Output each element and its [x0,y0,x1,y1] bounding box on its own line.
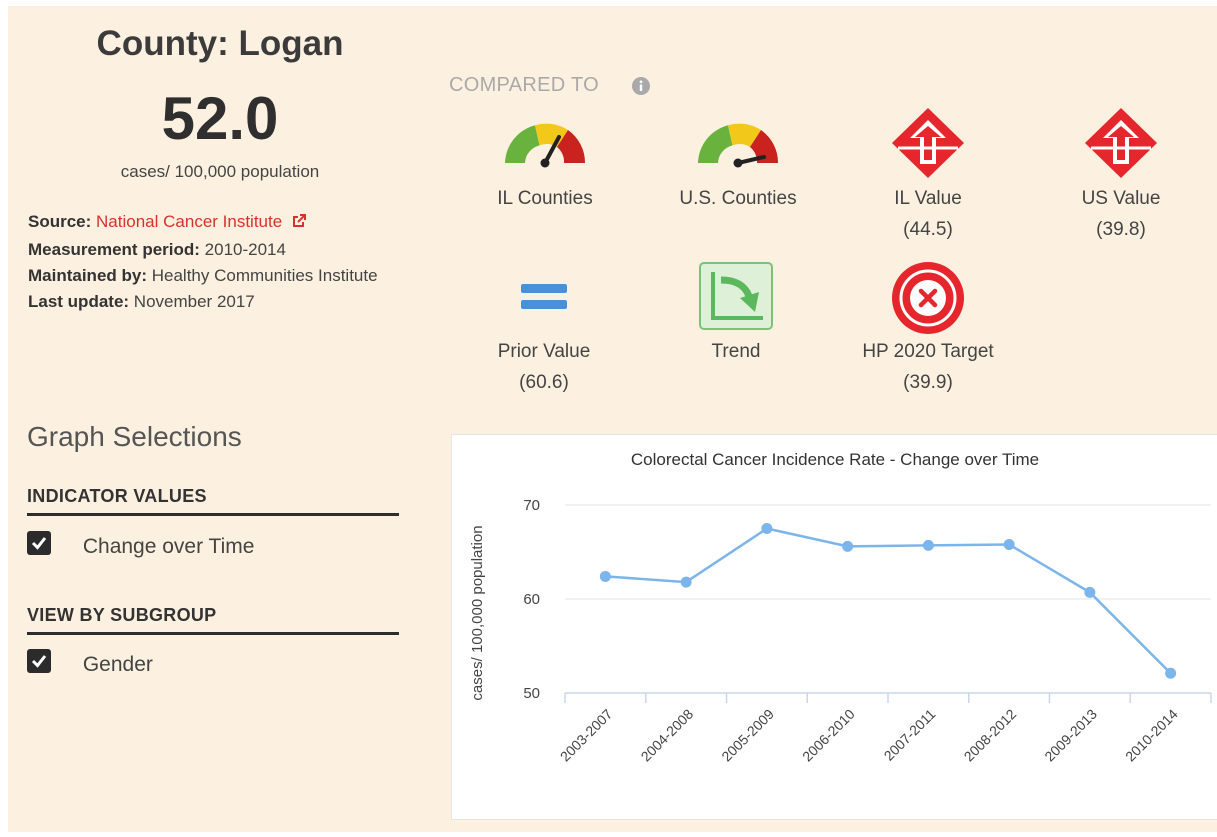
indicator-value: 52.0 [161,85,279,152]
data-point[interactable] [922,539,934,551]
change-over-time-label: Change over Time [82,535,255,558]
x-tick-label: 2010-2014 [1122,706,1181,765]
source-row: Source: National Cancer Institute [28,209,408,237]
y-tick-label: 60 [523,591,540,608]
data-point[interactable] [761,523,773,534]
x-tick-label: 2003-2007 [557,706,616,765]
data-point[interactable] [599,570,611,582]
us-counties-label: U.S. Counties [679,188,797,209]
indicator-panel: County: Logan 52.0 cases/ 100,000 popula… [8,6,1217,832]
x-axis [564,692,1212,703]
change-over-time-option[interactable]: Change over Time [27,531,254,559]
metadata-block: Source: National Cancer Institute Measur… [28,209,408,315]
data-point[interactable] [680,576,692,588]
prior-value-number: (60.6) [519,372,569,393]
data-point[interactable] [1084,586,1096,598]
il-counties-item: IL Counties [445,183,645,214]
il-value-item: IL Value (44.5) [828,183,1028,245]
indicator-values-heading: INDICATOR VALUES [27,486,399,516]
hp2020-number: (39.9) [903,372,953,393]
data-point[interactable] [842,540,854,552]
view-by-subgroup-heading: VIEW BY SUBGROUP [27,605,399,635]
us-value-number: (39.8) [1096,219,1146,240]
gender-checkbox[interactable] [27,649,51,673]
y-axis-label: cases/ 100,000 population [469,525,486,700]
chart-title: Colorectal Cancer Incidence Rate - Chang… [631,450,1039,469]
us-value-item: US Value (39.8) [1021,183,1217,245]
series-line-path [605,527,1172,675]
prior-value-item: Prior Value (60.6) [444,336,644,398]
trend-item: Trend [636,336,836,367]
data-point[interactable] [1003,538,1015,550]
source-label: Source: [28,212,92,231]
y-tick-label: 50 [523,685,540,702]
trend-label: Trend [711,341,761,362]
equals-icon [519,282,569,312]
prior-value-label: Prior Value [497,341,591,362]
hp2020-label: HP 2020 Target [862,341,994,362]
chart-card: Colorectal Cancer Incidence Rate - Chang… [451,434,1217,820]
gender-option[interactable]: Gender [27,649,153,677]
hp2020-item: HP 2020 Target (39.9) [828,336,1028,398]
il-value-number: (44.5) [903,219,953,240]
x-tick-label: 2005-2009 [718,706,777,765]
trend-down-icon [699,262,773,330]
us-counties-gauge-icon [694,119,782,171]
graph-selections-title: Graph Selections [27,421,242,452]
red-x-circle-icon [890,260,966,336]
il-value-red-diamond-icon [890,106,966,180]
gridlines [565,504,1211,600]
us-counties-item: U.S. Counties [638,183,838,214]
x-tick-label: 2006-2010 [799,706,858,765]
external-link-icon[interactable] [291,211,307,237]
gender-label: Gender [82,653,153,676]
x-tick-label: 2008-2012 [961,706,1020,765]
series-line [599,523,1177,679]
y-axis-ticks: 50 60 70 [523,497,540,702]
us-value-red-diamond-icon [1083,106,1159,180]
update-row: Last update: November 2017 [28,289,408,315]
x-tick-label: 2009-2013 [1041,706,1100,765]
update-value: November 2017 [133,292,255,311]
indicator-units: cases/ 100,000 population [120,162,320,181]
us-value-label: US Value [1081,188,1161,209]
il-counties-gauge-icon [501,119,589,171]
x-tick-label: 2004-2008 [638,706,697,765]
x-axis-ticks: 2003-2007 2004-2008 2005-2009 2006-2010 2007… [557,706,1181,765]
maintained-row: Maintained by: Healthy Communities Insti… [28,263,408,289]
y-tick-label: 70 [523,497,540,514]
period-row: Measurement period: 2010-2014 [28,237,408,263]
data-point[interactable] [1165,667,1177,679]
period-label: Measurement period: [28,240,200,259]
county-title: County: Logan [96,24,344,63]
il-value-label: IL Value [894,188,962,209]
line-chart: Colorectal Cancer Incidence Rate - Chang… [469,450,1212,765]
period-value: 2010-2014 [204,240,286,259]
source-link[interactable]: National Cancer Institute [96,212,282,231]
update-label: Last update: [28,292,130,311]
x-tick-label: 2007-2011 [881,706,939,764]
il-counties-label: IL Counties [497,188,593,209]
change-over-time-checkbox[interactable] [27,531,51,555]
maintained-value: Healthy Communities Institute [151,266,378,285]
maintained-label: Maintained by: [28,266,148,285]
info-icon[interactable] [631,76,651,96]
compared-to-heading: COMPARED TO [449,74,599,96]
